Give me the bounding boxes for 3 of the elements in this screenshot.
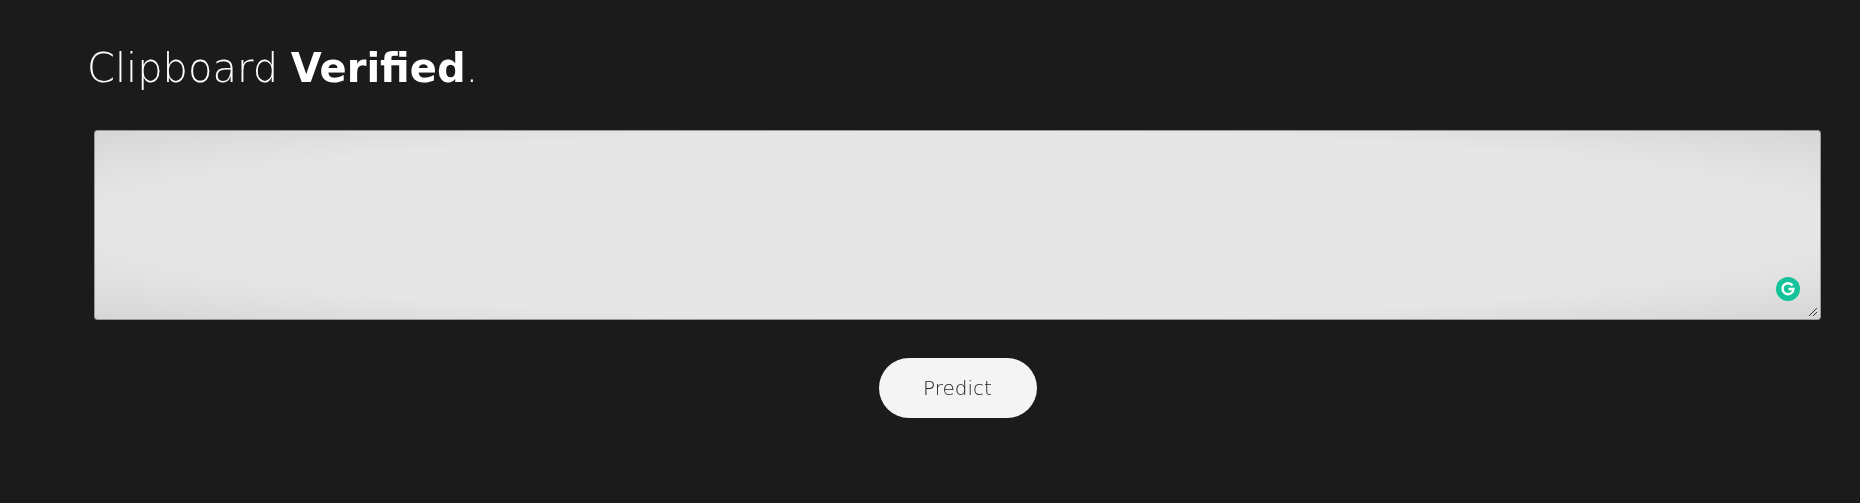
- resize-grip-icon[interactable]: [1808, 307, 1818, 317]
- page-heading: Clipboard Verified.: [87, 44, 479, 93]
- predict-button[interactable]: Predict: [878, 358, 1037, 418]
